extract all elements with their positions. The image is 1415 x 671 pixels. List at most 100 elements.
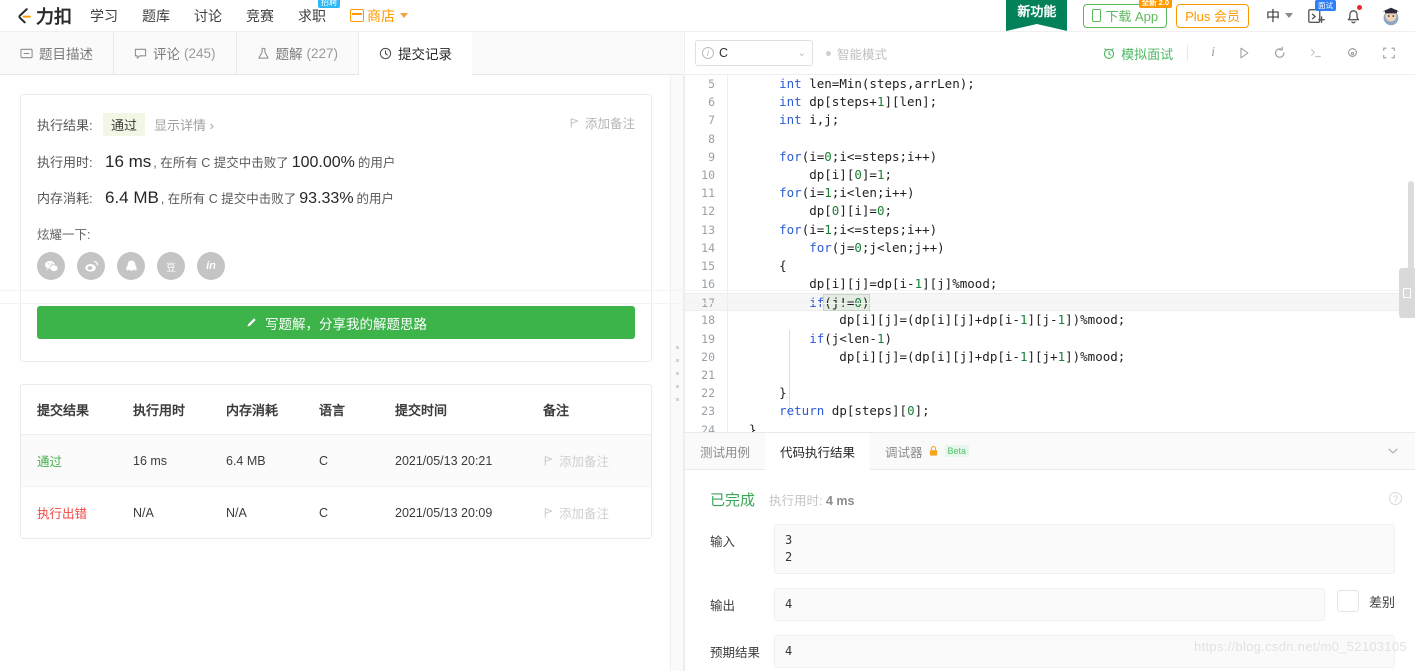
smart-mode-toggle[interactable]: 智能模式: [826, 44, 887, 63]
row-status[interactable]: 通过: [37, 455, 62, 469]
code-line: 20 dp[i][j]=(dp[i][j]+dp[i-1][j+1])%mood…: [685, 347, 1415, 366]
row-language: C: [319, 505, 329, 520]
row-add-note-button[interactable]: 添加备注: [543, 503, 651, 522]
reset-icon[interactable]: [1273, 46, 1287, 60]
weibo-icon[interactable]: [77, 252, 105, 280]
show-detail-link[interactable]: 显示详情 ›: [154, 115, 214, 134]
share-label: 炫耀一下:: [37, 228, 91, 242]
nav-link-store[interactable]: 商店: [350, 6, 408, 26]
nav-link-discuss[interactable]: 讨论: [194, 6, 222, 26]
code-editor[interactable]: 5 int len=Min(steps,arrLen); 6 int dp[st…: [685, 75, 1415, 432]
tab-comments[interactable]: 评论 (245): [114, 32, 237, 74]
nav-link-jobs[interactable]: 求职 招聘: [298, 0, 340, 26]
code-editor-pane: i C ⌄ 智能模式 模拟面试 i 5 int len=Min(steps,ar…: [684, 32, 1415, 671]
code-line: 9 for(i=0;i<=steps;i++): [685, 147, 1415, 166]
tab-submissions[interactable]: 提交记录: [359, 32, 473, 75]
line-number: 6: [708, 95, 715, 110]
table-row[interactable]: 通过 16 ms 6.4 MB C 2021/05/13 20:21 添加备注: [21, 434, 651, 487]
alarm-clock-icon: [1102, 46, 1116, 60]
table-row[interactable]: 执行出错 N/A N/A C 2021/05/13 20:09 添加备注: [21, 487, 651, 539]
editor-scrollbar[interactable]: [1406, 75, 1415, 432]
tab-submissions-label: 提交记录: [398, 47, 453, 62]
nav-link-contest[interactable]: 竞赛: [246, 6, 274, 26]
nav-link-study[interactable]: 学习: [90, 6, 118, 26]
add-note-top-button[interactable]: 添加备注: [569, 113, 635, 132]
edge-divider: [0, 290, 1399, 291]
line-number: 21: [701, 368, 715, 382]
code-line: 18 dp[i][j]=(dp[i][j]+dp[i-1][j-1])%mood…: [685, 311, 1415, 330]
line-text: for(i=0;i<=steps;i++): [779, 148, 938, 164]
nav-link-problems[interactable]: 题库: [142, 6, 170, 26]
line-number: 7: [708, 113, 715, 128]
row-add-note-button[interactable]: 添加备注: [543, 451, 651, 470]
write-solution-button[interactable]: 写题解，分享我的解题思路: [37, 306, 635, 339]
bell-icon[interactable]: [1343, 4, 1363, 26]
tab-exec-result-label: 代码执行结果: [780, 445, 856, 460]
console-icon[interactable]: [1309, 46, 1323, 60]
language-select[interactable]: i C ⌄: [695, 40, 813, 66]
avatar[interactable]: [1379, 4, 1403, 28]
mock-interview-button[interactable]: 模拟面试: [1102, 44, 1173, 63]
code-line: 11 for(i=1;i<len;i++): [685, 184, 1415, 203]
line-number: 14: [701, 240, 715, 255]
input-value[interactable]: 3 2: [774, 524, 1395, 574]
info-icon[interactable]: i: [1211, 45, 1215, 61]
code-line: 22 }: [685, 384, 1415, 403]
brand-logo-link[interactable]: 力扣: [14, 3, 72, 29]
language-selector[interactable]: 中: [1266, 6, 1293, 26]
gutter: [727, 238, 741, 257]
resizer-dot: [675, 397, 679, 401]
interview-badge: 面试: [1315, 0, 1336, 11]
line-text: dp[i][j]=(dp[i][j]+dp[i-1][j-1])%mood;: [749, 312, 1126, 328]
diff-label: 差别: [1368, 594, 1395, 610]
runtime-prefix: , 在所有 C 提交中击败了: [153, 156, 289, 170]
line-number: 11: [701, 186, 715, 201]
gutter: [727, 184, 741, 203]
line-number: 8: [708, 131, 715, 146]
input-row: 输入 3 2: [685, 524, 1415, 574]
nav-links: 学习 题库 讨论 竞赛 求职 招聘 商店: [90, 0, 432, 26]
row-memory: N/A: [226, 505, 247, 520]
line-text: for(i=1;i<len;i++): [779, 185, 915, 201]
console-status-row: 已完成 执行用时: 4 ms ?: [685, 470, 1415, 510]
row-runtime: N/A: [133, 505, 154, 520]
language-select-value: C: [719, 46, 729, 60]
console-collapse-button[interactable]: [1386, 433, 1415, 469]
line-text: dp[0][i]=0;: [749, 203, 893, 219]
tab-solutions[interactable]: 题解 (227): [237, 32, 360, 74]
tab-testcase[interactable]: 测试用例: [685, 433, 765, 469]
help-icon[interactable]: ?: [1389, 492, 1402, 505]
add-note-top-label: 添加备注: [584, 117, 635, 131]
run-icon[interactable]: [1237, 46, 1251, 60]
pane-resizer[interactable]: [670, 75, 684, 671]
code-line: 7 int i,j;: [685, 111, 1415, 130]
interview-card-icon[interactable]: 面试: [1307, 0, 1336, 26]
solution-icon: [257, 47, 270, 60]
code-line: 8: [685, 129, 1415, 148]
settings-icon[interactable]: [1345, 46, 1360, 61]
wechat-icon[interactable]: [37, 252, 65, 280]
console-runtime-value: 4 ms: [825, 494, 855, 508]
panel-collapse-handle[interactable]: [1399, 268, 1415, 318]
resizer-dot: [675, 371, 679, 375]
th-status: 提交结果: [21, 385, 133, 435]
gutter: [727, 402, 741, 421]
code-line: 21: [685, 366, 1415, 385]
fullscreen-icon[interactable]: [1382, 46, 1396, 60]
console-runtime-label: 执行用时:: [769, 494, 823, 508]
memory-label: 内存消耗:: [37, 191, 93, 206]
linkedin-icon[interactable]: in: [197, 252, 225, 280]
row-status[interactable]: 执行出错: [37, 507, 87, 521]
chevron-down-icon: [400, 13, 408, 18]
plus-member-button[interactable]: Plus 会员: [1176, 3, 1249, 28]
line-number: 9: [708, 149, 715, 164]
output-row: 输出 4 差别: [685, 588, 1415, 621]
tab-exec-result[interactable]: 代码执行结果: [765, 433, 871, 470]
qq-icon[interactable]: [117, 252, 145, 280]
code-line: 6 int dp[steps+1][len];: [685, 93, 1415, 112]
tab-debugger[interactable]: 调试器 Beta: [870, 433, 984, 469]
diff-checkbox[interactable]: [1336, 590, 1359, 612]
memory-percentile: 93.33%: [299, 190, 354, 207]
tab-description[interactable]: 题目描述: [0, 32, 114, 74]
download-app-button[interactable]: 下载 App 全新 2.0: [1083, 0, 1173, 28]
